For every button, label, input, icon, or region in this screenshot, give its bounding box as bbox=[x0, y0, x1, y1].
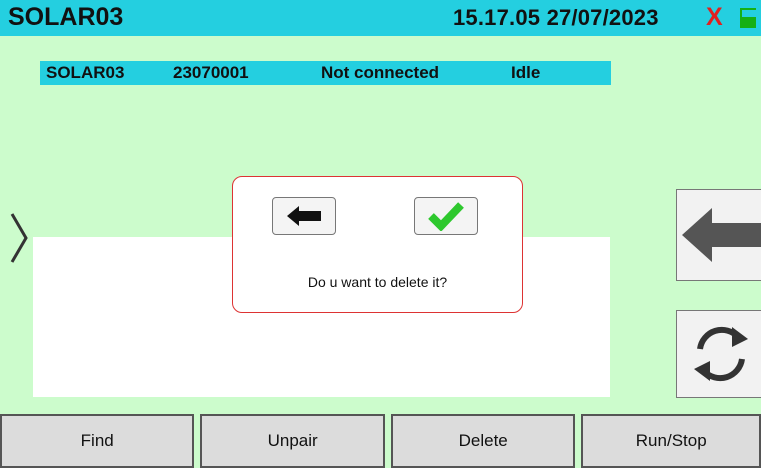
checkmark-icon bbox=[428, 202, 464, 231]
dialog-confirm-button[interactable] bbox=[414, 197, 478, 235]
delete-confirm-dialog: Do u want to delete it? bbox=[232, 176, 523, 313]
device-name: SOLAR03 bbox=[46, 63, 125, 82]
refresh-button[interactable] bbox=[676, 310, 761, 398]
device-title: SOLAR03 bbox=[8, 3, 124, 31]
dialog-back-button[interactable] bbox=[272, 197, 336, 235]
back-arrow-icon bbox=[287, 206, 321, 226]
back-arrow-icon bbox=[682, 208, 761, 262]
title-bar: SOLAR03 15.17.05 27/07/2023 X bbox=[0, 0, 761, 36]
refresh-icon bbox=[694, 326, 748, 382]
find-button[interactable]: Find bbox=[0, 414, 195, 468]
device-state: Idle bbox=[511, 63, 541, 82]
device-serial: 23070001 bbox=[173, 63, 249, 82]
back-button[interactable] bbox=[676, 189, 761, 281]
run-stop-button[interactable]: Run/Stop bbox=[581, 414, 761, 468]
close-icon[interactable]: X bbox=[706, 3, 723, 32]
device-list-row[interactable]: SOLAR03 23070001 Not connected Idle bbox=[40, 61, 611, 85]
delete-button[interactable]: Delete bbox=[390, 414, 576, 468]
battery-icon bbox=[740, 8, 756, 28]
date-text: 27/07/2023 bbox=[546, 5, 659, 30]
datetime-display: 15.17.05 27/07/2023 bbox=[453, 5, 659, 31]
time-text: 15.17.05 bbox=[453, 5, 541, 30]
bottom-bar: Find Unpair Delete Run/Stop bbox=[0, 414, 761, 468]
chevron-right-icon[interactable] bbox=[6, 211, 30, 265]
unpair-button[interactable]: Unpair bbox=[200, 414, 385, 468]
dialog-message: Do u want to delete it? bbox=[307, 274, 448, 290]
device-connection-status: Not connected bbox=[321, 63, 440, 82]
